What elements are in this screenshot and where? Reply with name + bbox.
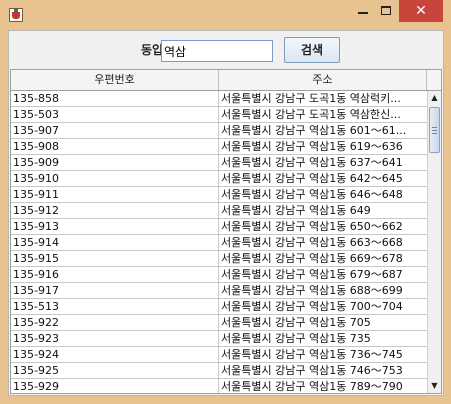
table-row[interactable]: 135-909 서울특별시 강남구 역삼1동 637～641 — [11, 155, 427, 171]
zipcode-table: 우편번호 주소 135-858 서울특별시 강남구 도곡1동 역삼럭키... 135… — [10, 69, 442, 394]
scroll-up-arrow-icon[interactable]: ▲ — [428, 91, 441, 105]
scroll-down-arrow-icon[interactable]: ▼ — [428, 379, 441, 393]
search-button[interactable]: 검색 — [284, 37, 340, 63]
zipcode-cell[interactable]: 135-929 — [11, 379, 219, 393]
address-cell[interactable]: 서울특별시 강남구 역삼1동 601～61... — [219, 123, 427, 139]
table-row[interactable]: 135-929 서울특별시 강남구 역삼1동 789～790 — [11, 379, 427, 393]
address-cell[interactable]: 서울특별시 강남구 역삼1동 746～753 — [219, 363, 427, 379]
table-row[interactable]: 135-908 서울특별시 강남구 역삼1동 619～636 — [11, 139, 427, 155]
table-row[interactable]: 135-914 서울특별시 강남구 역삼1동 663～668 — [11, 235, 427, 251]
table-row[interactable]: 135-913 서울특별시 강남구 역삼1동 650～662 — [11, 219, 427, 235]
minimize-icon — [358, 12, 368, 14]
thumb-grip-line — [432, 127, 437, 128]
table-header-corner — [427, 70, 441, 90]
zipcode-cell[interactable]: 135-914 — [11, 235, 219, 251]
table-body: 135-858 서울특별시 강남구 도곡1동 역삼럭키... 135-503 서울특별… — [11, 91, 427, 393]
content-panel: 동입력: 검색 우편번호 주소 135-858서울특별시 강남구 도곡1동 역삼… — [8, 30, 444, 396]
table-row[interactable]: 135-924 서울특별시 강남구 역삼1동 736～745 — [11, 347, 427, 363]
maximize-button[interactable] — [377, 0, 399, 22]
zipcode-cell[interactable]: 135-925 — [11, 363, 219, 379]
zipcode-cell[interactable]: 135-912 — [11, 203, 219, 219]
address-cell[interactable]: 서울특별시 강남구 역삼1동 705 — [219, 315, 427, 331]
address-cell[interactable]: 서울특별시 강남구 역삼1동 646～648 — [219, 187, 427, 203]
table-row[interactable]: 135-907 서울특별시 강남구 역삼1동 601～61... — [11, 123, 427, 139]
table-row[interactable]: 135-915 서울특별시 강남구 역삼1동 669～678 — [11, 251, 427, 267]
address-cell[interactable]: 서울특별시 강남구 역삼1동 669～678 — [219, 251, 427, 267]
zipcode-cell[interactable]: 135-924 — [11, 347, 219, 363]
address-cell[interactable]: 서울특별시 강남구 역삼1동 735 — [219, 331, 427, 347]
zipcode-cell[interactable]: 135-911 — [11, 187, 219, 203]
table-row[interactable]: 135-858 서울특별시 강남구 도곡1동 역삼럭키... — [11, 91, 427, 107]
column-header-zipcode[interactable]: 우편번호 — [11, 70, 219, 90]
table-header: 우편번호 주소 — [11, 70, 441, 91]
zipcode-cell[interactable]: 135-503 — [11, 107, 219, 123]
zipcode-cell[interactable]: 135-858 — [11, 91, 219, 107]
close-icon: ✕ — [415, 3, 427, 19]
address-cell[interactable]: 서울특별시 강남구 역삼1동 679～687 — [219, 267, 427, 283]
address-cell[interactable]: 서울특별시 강남구 역삼1동 663～668 — [219, 235, 427, 251]
table-row[interactable]: 135-917 서울특별시 강남구 역삼1동 688～699 — [11, 283, 427, 299]
address-cell[interactable]: 서울특별시 강남구 도곡1동 역삼럭키... — [219, 91, 427, 107]
title-bar[interactable]: ✕ — [0, 0, 451, 30]
minimize-button[interactable] — [349, 0, 377, 22]
zipcode-cell[interactable]: 135-513 — [11, 299, 219, 315]
dong-search-input[interactable] — [161, 40, 273, 62]
close-button[interactable]: ✕ — [399, 0, 443, 22]
table-row[interactable]: 135-513 서울특별시 강남구 역삼1동 700～704 — [11, 299, 427, 315]
address-cell[interactable]: 서울특별시 강남구 도곡1동 역삼한신... — [219, 107, 427, 123]
zipcode-cell[interactable]: 135-909 — [11, 155, 219, 171]
zipcode-cell[interactable]: 135-917 — [11, 283, 219, 299]
zipcode-cell[interactable]: 135-913 — [11, 219, 219, 235]
maximize-icon — [381, 6, 391, 15]
table-row[interactable]: 135-911 서울특별시 강남구 역삼1동 646～648 — [11, 187, 427, 203]
address-cell[interactable]: 서울특별시 강남구 역삼1동 637～641 — [219, 155, 427, 171]
address-cell[interactable]: 서울특별시 강남구 역삼1동 789～790 — [219, 379, 427, 393]
zipcode-cell[interactable]: 135-922 — [11, 315, 219, 331]
table-row[interactable]: 135-912 서울특별시 강남구 역삼1동 649 — [11, 203, 427, 219]
address-cell[interactable]: 서울특별시 강남구 역삼1동 619～636 — [219, 139, 427, 155]
zipcode-cell[interactable]: 135-907 — [11, 123, 219, 139]
column-header-address[interactable]: 주소 — [219, 70, 427, 90]
zipcode-cell[interactable]: 135-908 — [11, 139, 219, 155]
address-cell[interactable]: 서울특별시 강남구 역삼1동 736～745 — [219, 347, 427, 363]
address-cell[interactable]: 서울특별시 강남구 역삼1동 642～645 — [219, 171, 427, 187]
address-cell[interactable]: 서울특별시 강남구 역삼1동 649 — [219, 203, 427, 219]
address-cell[interactable]: 서울특별시 강남구 역삼1동 650～662 — [219, 219, 427, 235]
table-row[interactable]: 135-503 서울특별시 강남구 도곡1동 역삼한신... — [11, 107, 427, 123]
table-row[interactable]: 135-916 서울특별시 강남구 역삼1동 679～687 — [11, 267, 427, 283]
address-cell[interactable]: 서울특별시 강남구 역삼1동 700～704 — [219, 299, 427, 315]
vertical-scrollbar[interactable]: ▲ ▼ — [427, 91, 441, 393]
scrollbar-thumb[interactable] — [429, 107, 440, 153]
table-row[interactable]: 135-922 서울특별시 강남구 역삼1동 705 — [11, 315, 427, 331]
java-app-icon[interactable] — [9, 8, 23, 22]
zipcode-cell[interactable]: 135-923 — [11, 331, 219, 347]
java-logo-cup — [12, 12, 20, 19]
zipcode-cell[interactable]: 135-915 — [11, 251, 219, 267]
address-cell[interactable]: 서울특별시 강남구 역삼1동 688～699 — [219, 283, 427, 299]
zipcode-cell[interactable]: 135-916 — [11, 267, 219, 283]
thumb-grip-line — [432, 133, 437, 134]
table-row[interactable]: 135-925 서울특별시 강남구 역삼1동 746～753 — [11, 363, 427, 379]
zipcode-cell[interactable]: 135-910 — [11, 171, 219, 187]
table-row[interactable]: 135-910 서울특별시 강남구 역삼1동 642～645 — [11, 171, 427, 187]
thumb-grip-line — [432, 130, 437, 131]
app-window: ✕ 동입력: 검색 우편번호 주소 135-858서울특별시 강남구 도곡1동 … — [0, 0, 451, 404]
table-row[interactable]: 135-923 서울특별시 강남구 역삼1동 735 — [11, 331, 427, 347]
